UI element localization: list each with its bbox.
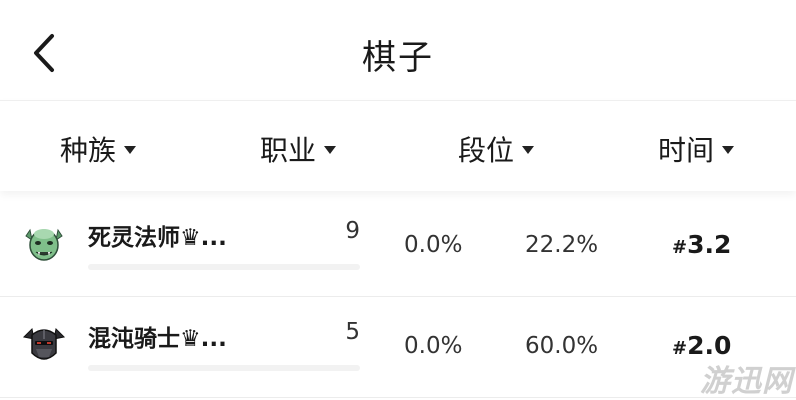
- page-title: 棋子: [362, 38, 434, 78]
- filter-race-label: 种族: [60, 134, 117, 167]
- piece-count: 9: [345, 218, 360, 244]
- header: 棋子: [0, 0, 796, 100]
- piece-name: 死灵法师♛...: [88, 225, 227, 251]
- first-rate: 0.0%: [404, 333, 463, 359]
- list-item[interactable]: 混沌骑士♛... 5 0.0% 60.0% #2.0: [0, 297, 796, 398]
- filter-bar: 种族 职业 段位 时间: [0, 100, 796, 191]
- piece-list: 死灵法师♛... 9 0.0% 22.2% #3.2 混沌骑士♛... 5 0.…: [0, 196, 796, 398]
- caret-down-icon: [522, 146, 535, 154]
- green-orc-head-icon: [22, 222, 66, 266]
- filter-race[interactable]: 种族: [60, 129, 137, 169]
- filter-rank-label: 段位: [458, 134, 515, 167]
- caret-down-icon: [324, 146, 337, 154]
- progress-track: [88, 264, 360, 270]
- watermark-logo: 游迅网: [700, 364, 793, 399]
- rank-prefix: #: [672, 237, 688, 258]
- top-rate: 22.2%: [525, 232, 599, 258]
- piece-name: 混沌骑士♛...: [88, 326, 227, 352]
- caret-down-icon: [124, 146, 137, 154]
- progress-track: [88, 365, 360, 371]
- dark-armored-knight-icon: [22, 323, 66, 367]
- filter-rank[interactable]: 段位: [458, 129, 535, 169]
- filter-class[interactable]: 职业: [260, 129, 337, 169]
- rank-value: 3.2: [687, 230, 732, 259]
- avg-rank: #3.2: [672, 230, 731, 259]
- top-rate: 60.0%: [525, 333, 599, 359]
- piece-count: 5: [345, 319, 360, 345]
- caret-down-icon: [722, 146, 735, 154]
- filter-time-label: 时间: [658, 134, 715, 167]
- rank-prefix: #: [672, 338, 688, 359]
- filter-time[interactable]: 时间: [658, 129, 735, 169]
- filter-class-label: 职业: [260, 134, 317, 167]
- first-rate: 0.0%: [404, 232, 463, 258]
- list-item[interactable]: 死灵法师♛... 9 0.0% 22.2% #3.2: [0, 196, 796, 297]
